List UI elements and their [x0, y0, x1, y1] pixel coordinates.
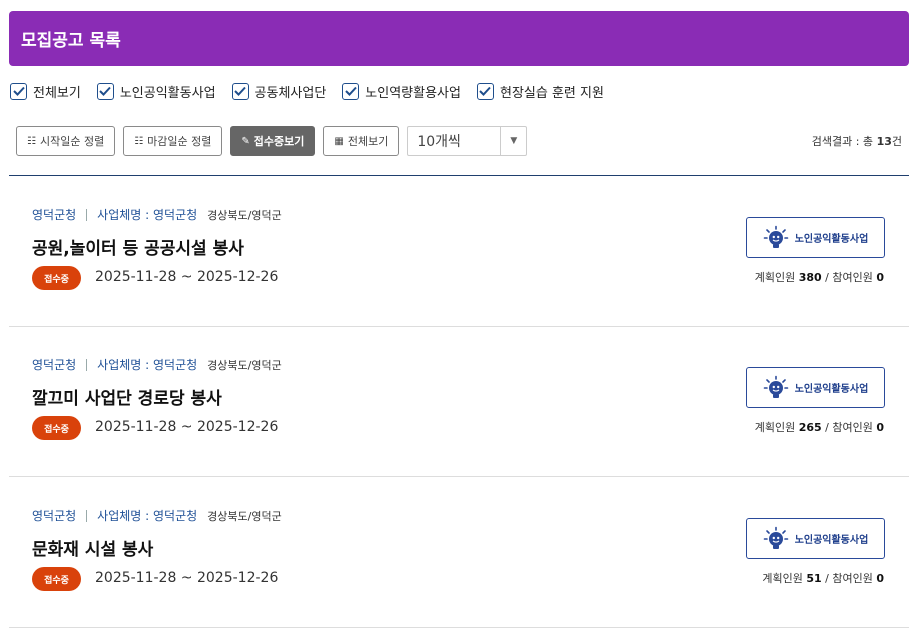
- business-type-button[interactable]: 노인공익활동사업: [746, 367, 885, 408]
- lightbulb-icon: [763, 225, 789, 251]
- result-prefix: 검색결과 : 총: [811, 135, 874, 148]
- pencil-icon: ✎: [241, 135, 250, 147]
- posting-period: 2025-11-28 ~ 2025-12-26: [95, 419, 279, 435]
- participants-count: 0: [876, 421, 884, 434]
- meta-separator: [86, 358, 88, 371]
- show-receiving-button[interactable]: ✎ 접수중보기: [230, 126, 316, 156]
- filter-label: 현장실습 훈련 지원: [499, 85, 604, 101]
- posting-card[interactable]: 영덕군청 사업체명 : 영덕군청 경상북도/영덕군 공원,놀이터 등 공공시설 …: [9, 177, 909, 327]
- posting-counts: 계획인원 265 / 참여인원 0: [754, 421, 884, 434]
- lightbulb-icon: [763, 375, 789, 401]
- filter-senior-capacity[interactable]: 노인역량활용사업: [342, 82, 461, 101]
- posting-counts: 계획인원 51 / 참여인원 0: [762, 572, 884, 585]
- chevron-down-icon[interactable]: ▼: [500, 127, 526, 155]
- posting-region: 경상북도/영덕군: [207, 358, 282, 372]
- planned-count: 51: [806, 572, 822, 585]
- planned-label: 계획인원: [754, 421, 796, 434]
- checkbox-checked-icon[interactable]: [476, 82, 494, 100]
- sort-by-end-label: 마감일순 정렬: [147, 135, 212, 148]
- status-badge: 접수중: [32, 416, 81, 440]
- lightbulb-icon: [763, 526, 789, 552]
- filter-label: 공동체사업단: [254, 85, 327, 101]
- toolbar: ☷ 시작일순 정렬 ☷ 마감일순 정렬 ✎ 접수중보기 ▦ 전체보기 10개씩 …: [16, 126, 902, 156]
- sort-by-end-button[interactable]: ☷ 마감일순 정렬: [123, 126, 223, 156]
- filter-label: 노인역량활용사업: [365, 85, 461, 101]
- grid-icon: ▦: [334, 135, 344, 147]
- page-title: 모집공고 목록: [21, 31, 121, 51]
- sort-by-start-label: 시작일순 정렬: [39, 135, 105, 148]
- business-type-button[interactable]: 노인공익활동사업: [746, 217, 885, 258]
- list-icon: ☷: [134, 135, 144, 147]
- posting-meta: 영덕군청 사업체명 : 영덕군청 경상북도/영덕군: [32, 206, 282, 223]
- planned-count: 380: [798, 271, 822, 284]
- checkbox-checked-icon[interactable]: [10, 82, 27, 100]
- planned-label: 계획인원: [762, 572, 803, 585]
- meta-separator: [86, 208, 88, 221]
- posting-card[interactable]: 영덕군청 사업체명 : 영덕군청 경상북도/영덕군 깔끄미 사업단 경로당 봉사…: [9, 327, 909, 477]
- posting-meta: 영덕군청 사업체명 : 영덕군청 경상북도/영덕군: [32, 507, 282, 524]
- posting-region: 경상북도/영덕군: [207, 509, 282, 523]
- filter-all[interactable]: 전체보기: [10, 82, 81, 101]
- filter-label: 전체보기: [33, 85, 81, 101]
- result-count: 13: [876, 135, 892, 148]
- planned-count: 265: [798, 421, 822, 434]
- page-size-select[interactable]: 10개씩 ▼: [407, 126, 528, 156]
- list-icon: ☷: [27, 135, 36, 147]
- page-size-value: 10개씩: [417, 134, 461, 150]
- business-type-button[interactable]: 노인공익활동사업: [746, 518, 885, 559]
- planned-label: 계획인원: [754, 271, 796, 284]
- sort-by-start-button[interactable]: ☷ 시작일순 정렬: [16, 126, 116, 156]
- posting-card[interactable]: 영덕군청 사업체명 : 영덕군청 경상북도/영덕군 문화재 시설 봉사 접수중 …: [9, 478, 909, 628]
- filter-label: 노인공익활동사업: [119, 85, 216, 101]
- business-type-label: 노인공익활동사업: [794, 535, 869, 546]
- checkbox-checked-icon[interactable]: [342, 82, 360, 100]
- posting-counts: 계획인원 380 / 참여인원 0: [754, 271, 884, 284]
- filter-field-training[interactable]: 현장실습 훈련 지원: [476, 82, 604, 101]
- checkbox-checked-icon[interactable]: [96, 82, 114, 100]
- posting-period: 2025-11-28 ~ 2025-12-26: [95, 570, 279, 586]
- participants-label: 참여인원: [832, 572, 873, 585]
- checkbox-checked-icon[interactable]: [231, 82, 249, 100]
- show-all-label: 전체보기: [347, 135, 389, 148]
- posting-org: 영덕군청: [32, 509, 77, 523]
- posting-title[interactable]: 공원,놀이터 등 공공시설 봉사: [32, 234, 244, 259]
- show-all-button[interactable]: ▦ 전체보기: [323, 126, 400, 156]
- meta-separator: [86, 509, 88, 522]
- business-type-label: 노인공익활동사업: [794, 234, 869, 245]
- posting-title[interactable]: 깔끄미 사업단 경로당 봉사: [32, 384, 222, 409]
- participants-count: 0: [876, 572, 884, 585]
- posting-meta: 영덕군청 사업체명 : 영덕군청 경상북도/영덕군: [32, 356, 282, 373]
- participants-label: 참여인원: [832, 271, 873, 284]
- show-receiving-label: 접수중보기: [253, 135, 305, 148]
- posting-company: 사업체명 : 영덕군청: [97, 358, 198, 372]
- result-suffix: 건: [891, 135, 902, 148]
- posting-org: 영덕군청: [32, 208, 77, 222]
- posting-period: 2025-11-28 ~ 2025-12-26: [95, 269, 279, 285]
- posting-company: 사업체명 : 영덕군청: [97, 208, 198, 222]
- participants-label: 참여인원: [832, 421, 873, 434]
- page-header: 모집공고 목록: [9, 11, 909, 66]
- filter-senior-public-activity[interactable]: 노인공익활동사업: [96, 82, 216, 101]
- filter-community-business[interactable]: 공동체사업단: [231, 82, 327, 101]
- list-top-divider: [9, 175, 909, 176]
- posting-region: 경상북도/영덕군: [207, 208, 282, 222]
- search-result-count: 검색결과 : 총 13건: [812, 133, 902, 149]
- participants-count: 0: [876, 271, 884, 284]
- status-badge: 접수중: [32, 567, 81, 591]
- status-badge: 접수중: [32, 266, 81, 290]
- posting-title[interactable]: 문화재 시설 봉사: [32, 535, 153, 560]
- business-type-label: 노인공익활동사업: [794, 384, 869, 395]
- filter-bar: 전체보기 노인공익활동사업 공동체사업단 노인역량활용사업 현장실습 훈련 지원: [10, 80, 620, 102]
- posting-org: 영덕군청: [32, 358, 77, 372]
- posting-company: 사업체명 : 영덕군청: [97, 509, 198, 523]
